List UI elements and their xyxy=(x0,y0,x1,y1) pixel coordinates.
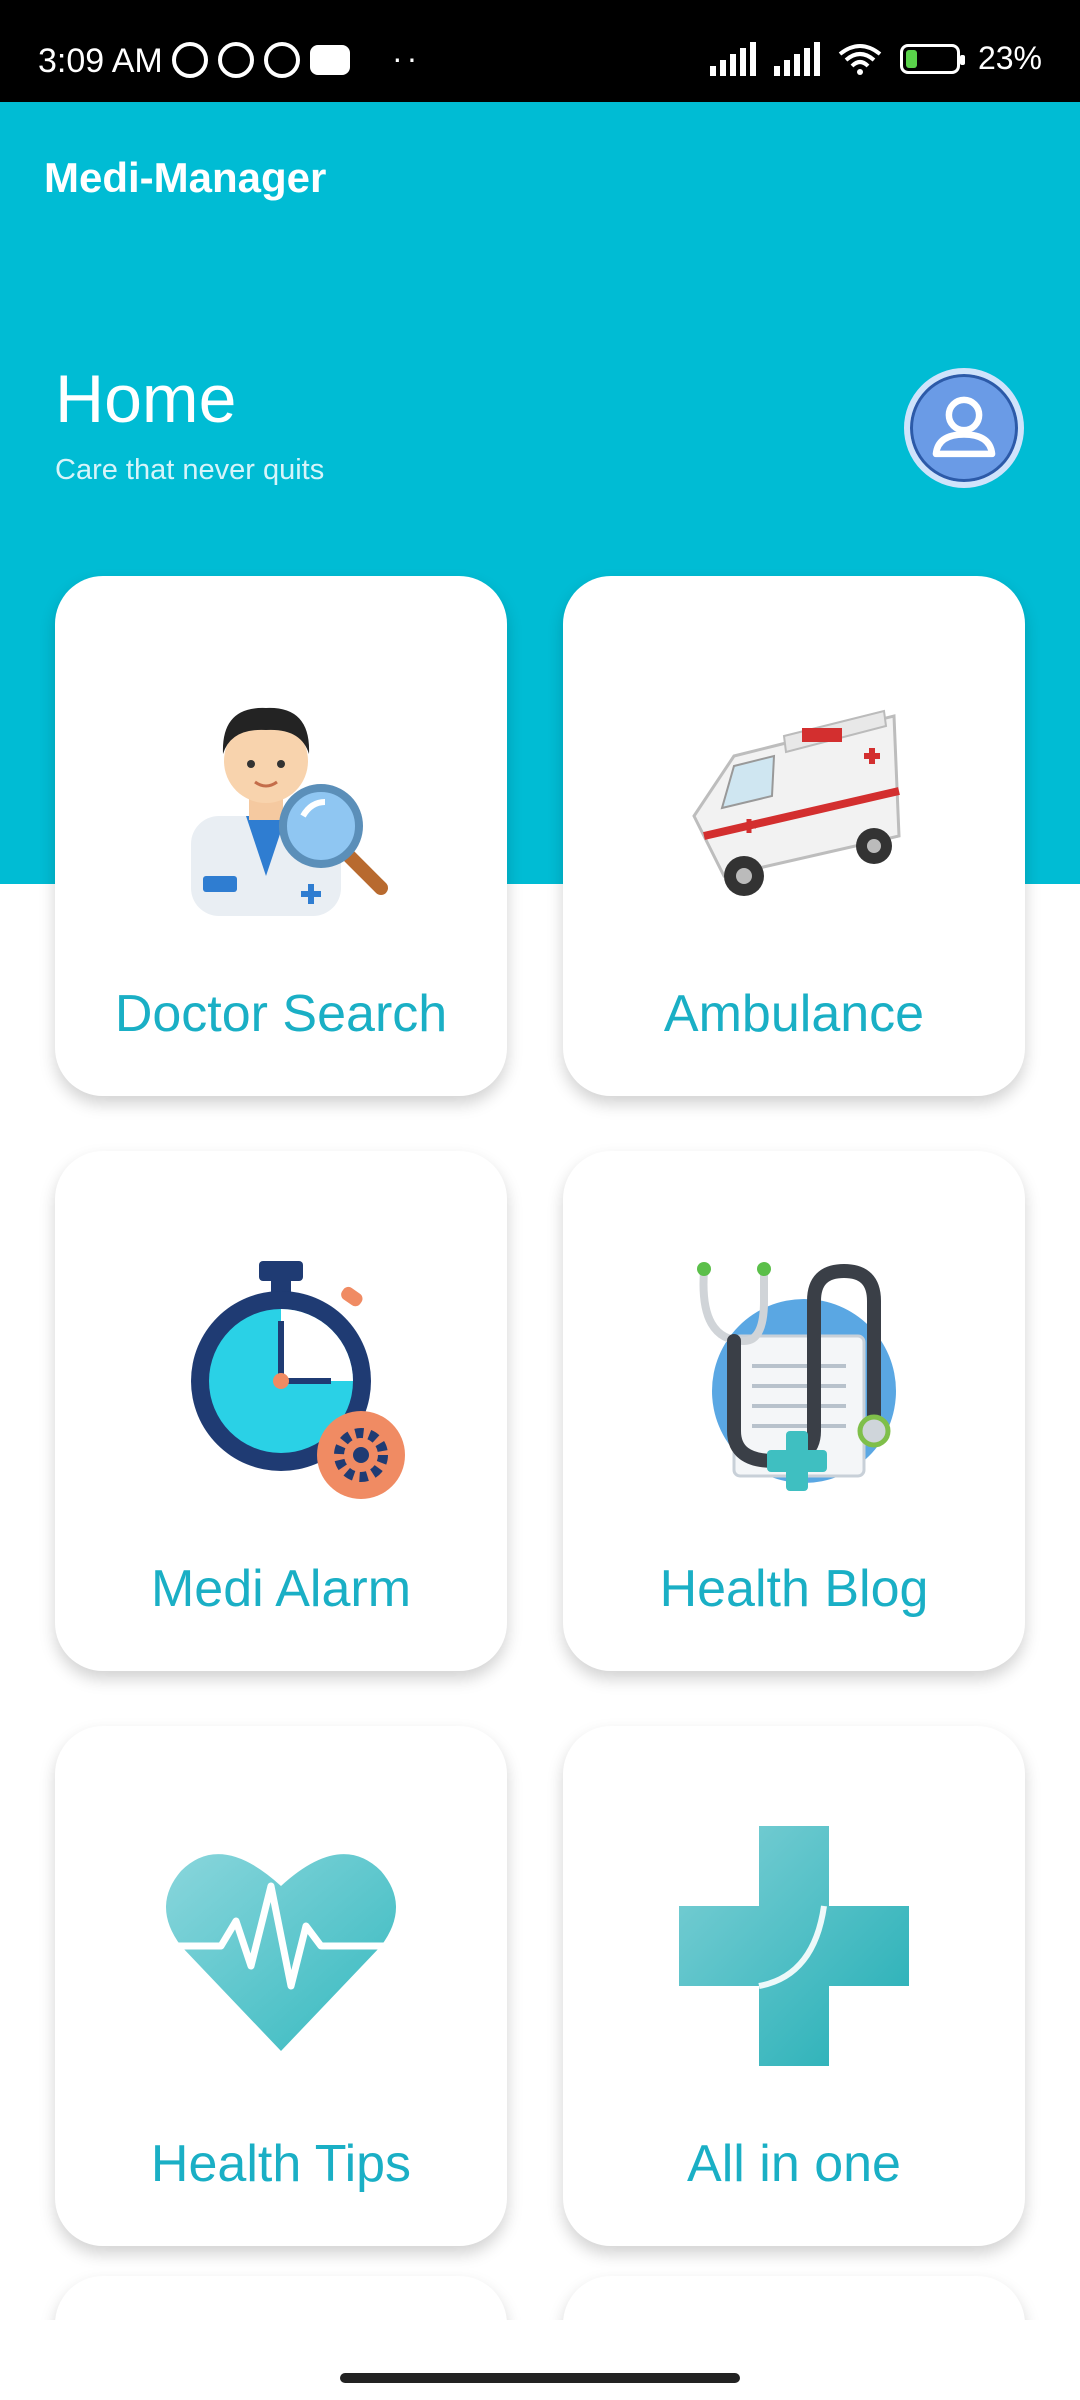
heartbeat-icon xyxy=(161,1854,401,2051)
health-tips-card[interactable]: Health Tips xyxy=(55,1726,507,2246)
ambulance-icon xyxy=(692,709,901,896)
app-icon xyxy=(264,42,300,78)
more-notifications: ·· xyxy=(392,40,422,76)
medi-alarm-card[interactable]: Medi Alarm xyxy=(55,1151,507,1671)
alarm-icon xyxy=(172,42,208,78)
card-label: Medi Alarm xyxy=(150,1560,412,1618)
app-bar: Medi-Manager xyxy=(0,102,1080,256)
all-in-one-card[interactable]: All in one xyxy=(563,1726,1025,2246)
wifi-icon xyxy=(838,43,882,75)
notification-icons xyxy=(172,42,350,78)
health-blog-card[interactable]: Health Blog xyxy=(563,1151,1025,1671)
status-time: 3:09 AM xyxy=(38,42,163,80)
status-bar: 3:09 AM ·· 23% xyxy=(0,0,1080,102)
doctor-search-icon xyxy=(191,707,388,916)
system-icons: 23% xyxy=(709,40,1042,77)
youtube-icon xyxy=(310,45,350,75)
messenger-icon xyxy=(218,42,254,78)
home-gesture-handle[interactable] xyxy=(340,2373,740,2383)
card-label: Health Blog xyxy=(659,1560,929,1618)
card-label: Health Tips xyxy=(150,2135,412,2193)
battery-charging-icon xyxy=(899,43,965,74)
card-label: Doctor Search xyxy=(114,985,448,1043)
stopwatch-alarm-icon xyxy=(191,1261,405,1499)
medical-cross-icon xyxy=(679,1826,909,2066)
signal-icon xyxy=(709,41,756,76)
page-subtitle: Care that never quits xyxy=(55,454,325,486)
app-title: Medi-Manager xyxy=(44,154,327,201)
doctor-search-card[interactable]: Doctor Search xyxy=(55,576,507,1096)
card-label: Ambulance xyxy=(663,985,925,1043)
user-avatar-icon[interactable] xyxy=(904,368,1024,488)
page-title: Home xyxy=(55,361,237,437)
ambulance-card[interactable]: Ambulance xyxy=(563,576,1025,1096)
card-label: All in one xyxy=(687,2135,901,2193)
battery-percent: 23% xyxy=(977,40,1042,76)
system-nav-bar xyxy=(0,2320,1080,2400)
stethoscope-blog-icon xyxy=(697,1262,896,1491)
signal-icon xyxy=(773,41,820,76)
